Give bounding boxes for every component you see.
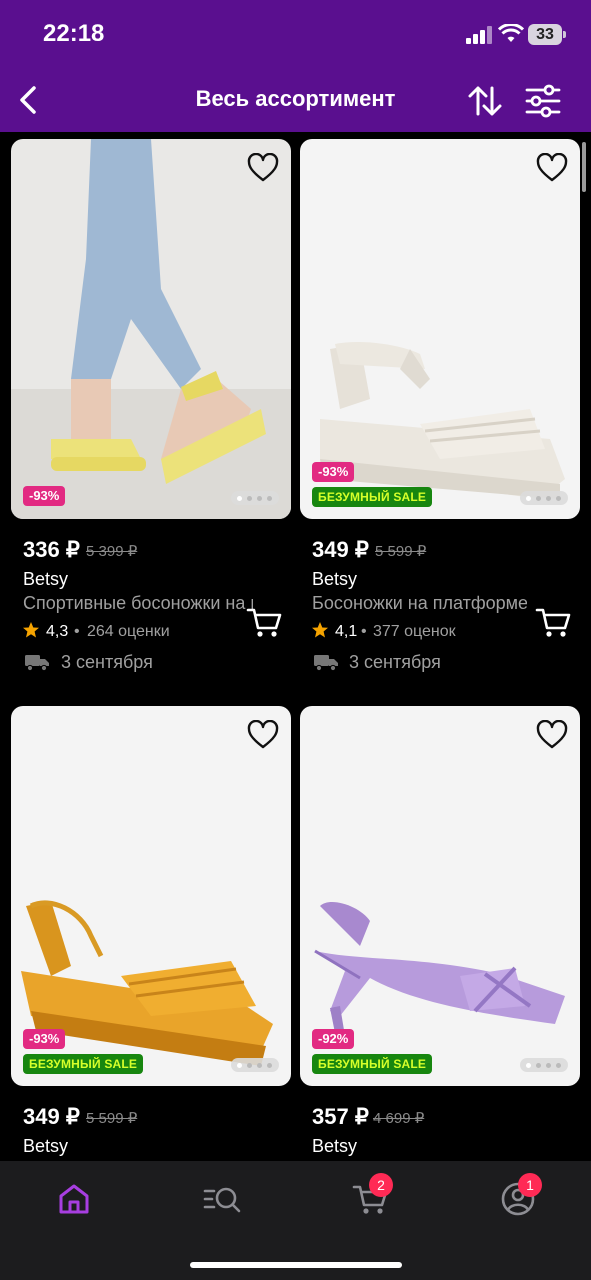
- product-price: 349 ₽: [312, 537, 369, 562]
- wifi-icon: [498, 24, 524, 42]
- product-reviews: 377 оценок: [373, 623, 456, 640]
- favorite-heart-icon[interactable]: [247, 720, 279, 750]
- product-brand: Betsy: [23, 569, 69, 589]
- product-old-price: 5 599 ₽: [86, 1110, 138, 1127]
- scrollbar[interactable]: [582, 142, 586, 192]
- discount-badge: -92%: [312, 1029, 355, 1049]
- sandal-yellow-illustration: [11, 139, 291, 519]
- discount-badge: -93%: [23, 486, 66, 506]
- star-icon: [23, 622, 39, 638]
- product-rating: 4,3: [46, 623, 69, 640]
- status-bar: 22:18 33: [0, 0, 591, 72]
- image-pager-dots: [520, 1058, 568, 1072]
- battery-icon: 33: [528, 24, 566, 45]
- product-image-3[interactable]: -93% БЕЗУМНЫЙ SALE: [11, 706, 291, 1086]
- product-reviews: 264 оценки: [87, 623, 170, 640]
- product-price: 336 ₽: [23, 537, 80, 562]
- discount-badge: -93%: [23, 1029, 66, 1049]
- product-price: 349 ₽: [23, 1104, 80, 1129]
- add-to-cart-icon[interactable]: [535, 607, 571, 639]
- sale-badge: БЕЗУМНЫЙ SALE: [312, 1054, 433, 1074]
- delivery-date: 3 сентября: [61, 652, 153, 672]
- cart-count-badge: 2: [369, 1173, 393, 1197]
- product-brand: Betsy: [312, 569, 358, 589]
- reviews-separator-dot: •: [361, 623, 367, 640]
- image-pager-dots: [520, 491, 568, 505]
- home-indicator: [190, 1262, 402, 1268]
- battery-level: 33: [528, 24, 562, 45]
- product-image-4[interactable]: -92% БЕЗУМНЫЙ SALE: [300, 706, 580, 1086]
- product-name[interactable]: Босоножки на платформе: [312, 593, 527, 614]
- app-header: 22:18 33 Весь ассортимент: [0, 0, 591, 132]
- star-icon: [312, 622, 328, 638]
- status-time: 22:18: [43, 20, 105, 47]
- nav-bar: Весь ассортимент: [0, 72, 591, 128]
- delivery-truck-icon: [25, 655, 49, 672]
- delivery-truck-icon: [314, 655, 338, 672]
- favorite-heart-icon[interactable]: [536, 153, 568, 183]
- product-image-1[interactable]: -93%: [11, 139, 291, 519]
- sort-icon[interactable]: [466, 82, 504, 120]
- catalog-search-icon[interactable]: [202, 1179, 242, 1219]
- cellular-signal-icon: [466, 26, 492, 44]
- delivery-date: 3 сентября: [349, 652, 441, 672]
- product-brand: Betsy: [23, 1136, 69, 1156]
- image-pager-dots: [231, 491, 279, 505]
- reviews-separator-dot: •: [74, 623, 80, 640]
- favorite-heart-icon[interactable]: [536, 720, 568, 750]
- product-brand: Betsy: [312, 1136, 358, 1156]
- home-icon[interactable]: [54, 1179, 94, 1219]
- product-image-2[interactable]: -93% БЕЗУМНЫЙ SALE: [300, 139, 580, 519]
- sale-badge: БЕЗУМНЫЙ SALE: [23, 1054, 144, 1074]
- product-price: 357 ₽: [312, 1104, 369, 1129]
- product-old-price: 5 599 ₽: [375, 543, 427, 560]
- profile-notification-badge: 1: [518, 1173, 542, 1197]
- discount-badge: -93%: [312, 462, 355, 482]
- product-rating: 4,1: [335, 623, 358, 640]
- image-pager-dots: [231, 1058, 279, 1072]
- favorite-heart-icon[interactable]: [247, 153, 279, 183]
- product-old-price: 5 399 ₽: [86, 543, 138, 560]
- sale-badge: БЕЗУМНЫЙ SALE: [312, 487, 433, 507]
- add-to-cart-icon[interactable]: [246, 607, 282, 639]
- product-name[interactable]: Спортивные босоножки на платформе: [23, 593, 253, 614]
- filter-icon[interactable]: [524, 82, 562, 120]
- product-old-price: 4 699 ₽: [373, 1110, 425, 1127]
